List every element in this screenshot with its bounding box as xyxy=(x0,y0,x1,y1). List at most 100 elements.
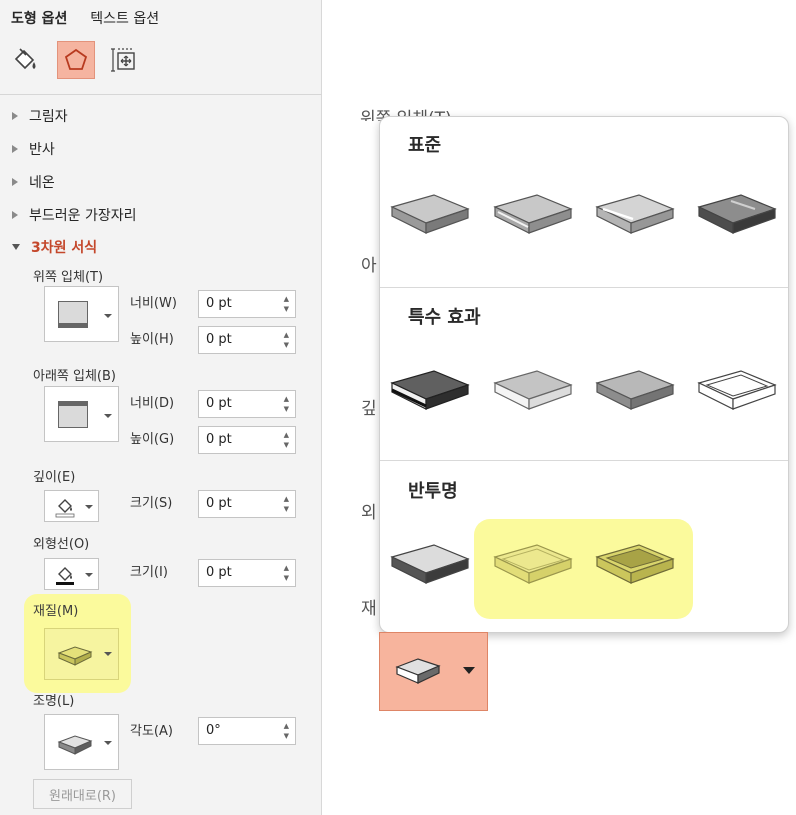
gallery-group-title: 반투명 xyxy=(408,481,458,502)
contour-color-dropdown[interactable] xyxy=(44,558,99,590)
fill-line-icon xyxy=(14,48,36,70)
chevron-down-icon xyxy=(463,667,475,674)
section-label: 부드러운 가장자리 xyxy=(29,208,137,224)
material-wireframe-swatch[interactable] xyxy=(695,361,779,417)
spinner-arrows-icon[interactable]: ▲ ▼ xyxy=(284,563,289,583)
section-glow[interactable]: 네온 xyxy=(12,172,55,192)
material-swatch-icon xyxy=(395,658,441,684)
material-clear-swatch[interactable] xyxy=(491,535,575,591)
bevel-preview-icon xyxy=(58,401,88,428)
material-label: 재질(M) xyxy=(33,604,79,619)
input-value: 0 pt xyxy=(206,396,232,411)
top-bevel-width-label: 너비(W) xyxy=(130,296,177,311)
material-gallery-popup: 표준 특수 효과 반투명 xyxy=(379,116,789,633)
ghost-label-bottom: 아 xyxy=(361,256,377,276)
lighting-dropdown[interactable] xyxy=(44,714,119,770)
material-swatch-icon xyxy=(57,646,93,666)
spinner-arrows-icon[interactable]: ▲ ▼ xyxy=(284,294,289,314)
pane-divider xyxy=(0,94,322,95)
bottom-bevel-dropdown[interactable] xyxy=(44,386,119,442)
top-bevel-height-input[interactable]: 0 pt ▲ ▼ xyxy=(198,326,296,354)
collapse-arrow-icon xyxy=(12,244,20,250)
depth-label: 깊이(E) xyxy=(33,470,76,485)
gallery-group-title: 특수 효과 xyxy=(408,307,481,328)
spinner-arrows-icon[interactable]: ▲ ▼ xyxy=(284,394,289,414)
expand-arrow-icon xyxy=(12,145,18,153)
bottom-bevel-width-input[interactable]: 0 pt ▲ ▼ xyxy=(198,390,296,418)
material-metal-swatch[interactable] xyxy=(695,185,779,241)
fill-line-tab-button[interactable] xyxy=(6,41,44,79)
paint-bucket-icon xyxy=(55,499,75,518)
ghost-label-contour: 외 xyxy=(361,503,377,523)
bottom-bevel-height-input[interactable]: 0 pt ▲ ▼ xyxy=(198,426,296,454)
input-value: 0 pt xyxy=(206,332,232,347)
section-reflection[interactable]: 반사 xyxy=(12,139,55,159)
bottom-bevel-label: 아래쪽 입체(B) xyxy=(33,369,116,384)
input-value: 0 pt xyxy=(206,432,232,447)
spinner-arrows-icon[interactable]: ▲ ▼ xyxy=(284,721,289,741)
contour-size-input[interactable]: 0 pt ▲ ▼ xyxy=(198,559,296,587)
bottom-bevel-width-label: 너비(D) xyxy=(130,396,175,411)
expand-arrow-icon xyxy=(12,211,18,219)
ghost-label-depth: 깊 xyxy=(361,399,377,419)
spinner-arrows-icon[interactable]: ▲ ▼ xyxy=(284,330,289,350)
section-3d-format[interactable]: 3차원 서식 xyxy=(12,237,97,257)
material-dark-edge-swatch[interactable] xyxy=(388,361,472,417)
lighting-swatch-icon xyxy=(57,735,93,755)
material-warm-matte-swatch[interactable] xyxy=(491,185,575,241)
input-value: 0 pt xyxy=(206,296,232,311)
top-bevel-width-input[interactable]: 0 pt ▲ ▼ xyxy=(198,290,296,318)
top-bevel-height-label: 높이(H) xyxy=(130,332,174,347)
lighting-angle-label: 각도(A) xyxy=(130,724,173,739)
paint-bucket-icon xyxy=(56,567,74,585)
chevron-down-icon xyxy=(85,505,93,509)
depth-size-input[interactable]: 0 pt ▲ ▼ xyxy=(198,490,296,518)
material-powder-swatch[interactable] xyxy=(388,535,472,591)
expand-arrow-icon xyxy=(12,178,18,186)
material-matte-swatch[interactable] xyxy=(388,185,472,241)
tab-text-options[interactable]: 텍스트 옵션 xyxy=(90,11,159,27)
section-label: 네온 xyxy=(29,175,55,191)
gallery-divider xyxy=(380,287,788,288)
section-shadow[interactable]: 그림자 xyxy=(12,106,68,126)
chevron-down-icon xyxy=(104,652,112,656)
expand-arrow-icon xyxy=(12,112,18,120)
effects-pentagon-icon xyxy=(64,48,88,70)
material-translucent-powder-swatch[interactable] xyxy=(593,535,677,591)
input-value: 0° xyxy=(206,723,221,738)
lighting-label: 조명(L) xyxy=(33,694,75,709)
contour-label: 외형선(O) xyxy=(33,537,90,552)
size-properties-tab-button[interactable] xyxy=(105,41,143,79)
top-bevel-label: 위쪽 입체(T) xyxy=(33,270,104,285)
ghost-label-material: 재 xyxy=(361,599,377,619)
lighting-angle-input[interactable]: 0° ▲ ▼ xyxy=(198,717,296,745)
input-value: 0 pt xyxy=(206,565,232,580)
spinner-arrows-icon[interactable]: ▲ ▼ xyxy=(284,494,289,514)
contour-size-label: 크기(I) xyxy=(130,565,168,580)
section-soft-edges[interactable]: 부드러운 가장자리 xyxy=(12,205,137,225)
size-properties-icon xyxy=(111,48,135,72)
section-label: 그림자 xyxy=(29,109,68,125)
section-label: 3차원 서식 xyxy=(31,240,98,256)
reset-button[interactable]: 원래대로(R) xyxy=(33,779,132,809)
material-soft-edge-swatch[interactable] xyxy=(491,361,575,417)
effects-tab-button[interactable] xyxy=(57,41,95,79)
chevron-down-icon xyxy=(85,573,93,577)
top-bevel-dropdown[interactable] xyxy=(44,286,119,342)
material-flat-swatch[interactable] xyxy=(593,361,677,417)
spinner-arrows-icon[interactable]: ▲ ▼ xyxy=(284,430,289,450)
gallery-divider xyxy=(380,460,788,461)
gallery-group-title: 표준 xyxy=(408,135,442,156)
format-shape-pane: 도형 옵션 텍스트 옵션 그림자 반사 네온 부드러운 가장자리 3차원 서식 … xyxy=(0,0,322,815)
depth-size-label: 크기(S) xyxy=(130,496,173,511)
depth-color-dropdown[interactable] xyxy=(44,490,99,522)
chevron-down-icon xyxy=(104,414,112,418)
section-label: 반사 xyxy=(29,142,55,158)
chevron-down-icon xyxy=(104,314,112,318)
tab-shape-options[interactable]: 도형 옵션 xyxy=(11,11,67,27)
material-dropdown[interactable] xyxy=(44,628,119,680)
bottom-bevel-height-label: 높이(G) xyxy=(130,432,175,447)
material-plastic-swatch[interactable] xyxy=(593,185,677,241)
input-value: 0 pt xyxy=(206,496,232,511)
pane-tabs: 도형 옵션 텍스트 옵션 xyxy=(11,8,177,28)
